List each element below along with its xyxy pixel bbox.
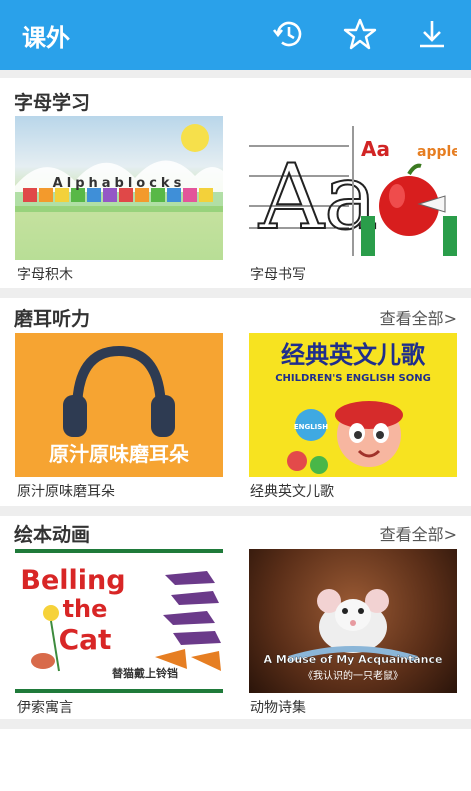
thumbnail-letter-writing[interactable]: Aa Aa apple — [249, 116, 457, 260]
history-icon[interactable] — [268, 14, 308, 54]
download-icon[interactable] — [412, 14, 452, 54]
section-title-picture-books: 绘本动画 — [14, 524, 91, 546]
thumbnail-english-songs[interactable]: 经典英文儿歌 CHILDREN'S ENGLISH SONG ENGLISH — [249, 333, 457, 477]
see-all-listening-link[interactable]: 查看全部> — [380, 305, 457, 329]
thumbnail-mouse-poem[interactable]: A Mouse of My Acquaintance 《我认识的一只老鼠》 — [249, 549, 457, 693]
svg-text:CHILDREN'S ENGLISH SONG: CHILDREN'S ENGLISH SONG — [275, 373, 431, 384]
divider — [0, 288, 471, 298]
svg-text:the: the — [63, 595, 108, 623]
alphablocks-art-text: Alphablocks — [53, 176, 186, 191]
svg-text:替猫戴上铃铛: 替猫戴上铃铛 — [112, 666, 178, 680]
svg-text:Aa: Aa — [361, 137, 390, 161]
section-title-letters: 字母学习 — [14, 92, 91, 114]
divider — [0, 506, 471, 516]
letter-writing-art-a: Aa — [258, 145, 378, 250]
thumbnail-alphablocks[interactable]: Alphablocks — [15, 116, 223, 260]
svg-text:A Mouse of My Acquaintance: A Mouse of My Acquaintance — [264, 653, 443, 666]
top-app-bar: 课外 — [0, 0, 471, 70]
thumbnail-listening[interactable]: 原汁原味磨耳朵 — [15, 333, 223, 477]
svg-text:经典英文儿歌: 经典英文儿歌 — [281, 340, 426, 369]
caption-listening: 原汁原味磨耳朵 — [17, 484, 115, 500]
see-all-picture-books-link[interactable]: 查看全部> — [380, 521, 457, 545]
caption-english-songs: 经典英文儿歌 — [250, 484, 334, 500]
svg-text:ENGLISH: ENGLISH — [294, 423, 328, 431]
svg-text:Cat: Cat — [59, 623, 112, 656]
caption-letter-writing: 字母书写 — [250, 267, 306, 283]
listening-art-text: 原汁原味磨耳朵 — [49, 442, 189, 466]
caption-aesop: 伊索寓言 — [17, 700, 73, 716]
section-title-listening: 磨耳听力 — [14, 308, 91, 330]
caption-animal-poems: 动物诗集 — [250, 700, 306, 716]
svg-text:apple: apple — [417, 144, 457, 160]
caption-alphablocks: 字母积木 — [17, 267, 73, 283]
star-icon[interactable] — [340, 14, 380, 54]
svg-text:《我认识的一只老鼠》: 《我认识的一只老鼠》 — [303, 669, 403, 682]
page-title: 课外 — [22, 24, 70, 52]
divider — [0, 719, 471, 729]
svg-text:Belling: Belling — [20, 565, 125, 596]
thumbnail-belling-the-cat[interactable]: Belling the Cat 替猫戴上铃铛 — [15, 549, 223, 693]
divider — [0, 70, 471, 78]
